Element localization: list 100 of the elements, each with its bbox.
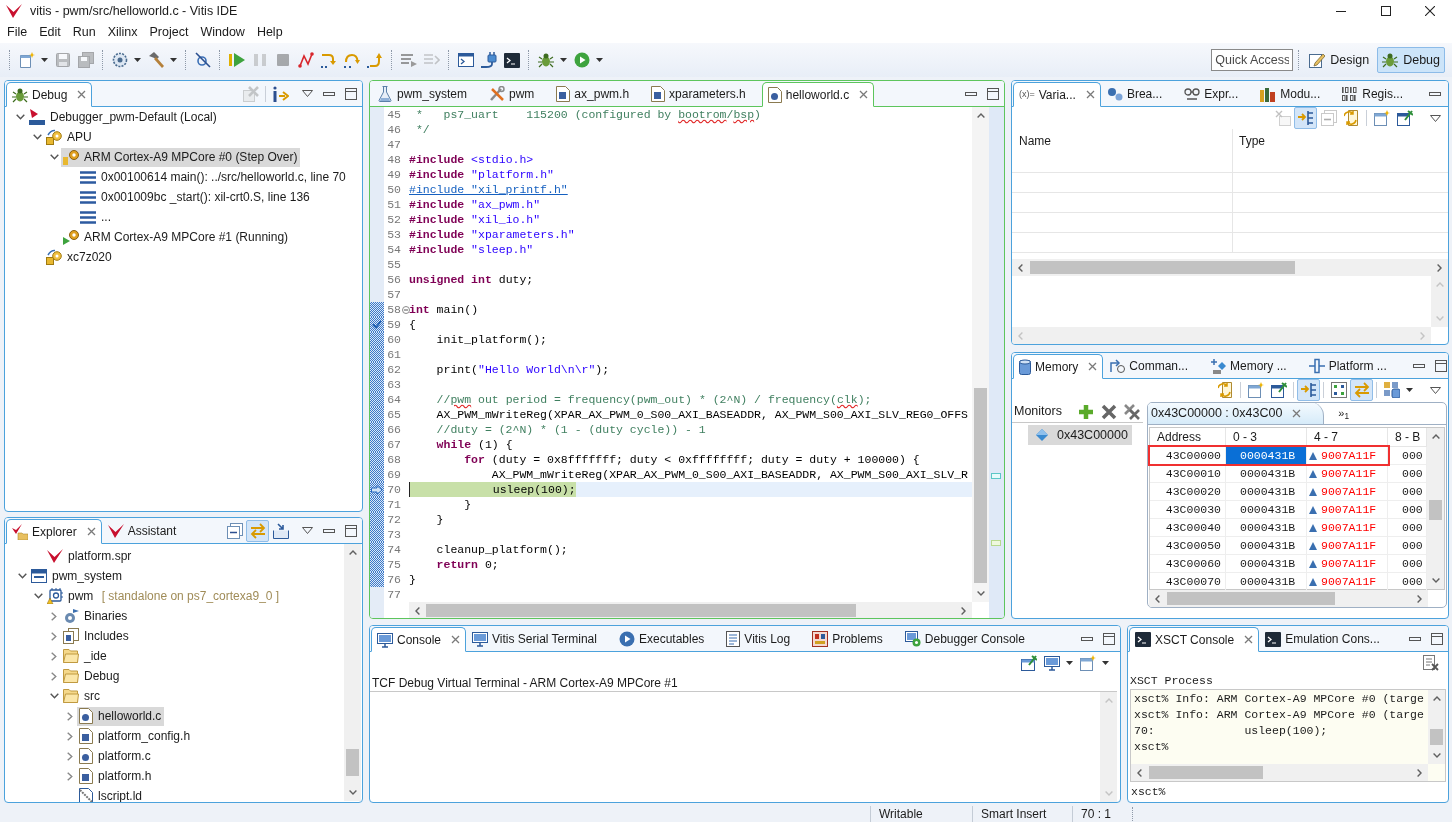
caret-icon[interactable] xyxy=(560,58,567,62)
chevron-right-icon[interactable] xyxy=(67,731,73,741)
scrollbar-thumb[interactable] xyxy=(1429,500,1442,520)
scroll-down-icon[interactable] xyxy=(1432,753,1441,758)
minimize-icon[interactable] xyxy=(323,528,335,533)
column-header[interactable]: Type xyxy=(1233,129,1448,153)
tree-item[interactable]: platform.spr xyxy=(45,546,135,566)
minimize-icon[interactable] xyxy=(1409,636,1421,641)
column-header[interactable]: 0 - 3 xyxy=(1226,428,1307,446)
view-tab[interactable]: Debugger Console xyxy=(898,627,1041,651)
chevron-right-icon[interactable] xyxy=(67,751,73,761)
vertical-scrollbar[interactable] xyxy=(1427,428,1444,589)
chevron-right-icon[interactable] xyxy=(51,651,57,661)
view-tab[interactable]: Executables xyxy=(612,627,721,651)
maximize-icon[interactable] xyxy=(1103,632,1115,645)
tree-item[interactable]: pwm_system xyxy=(29,566,125,586)
scrollbar-thumb[interactable] xyxy=(346,749,359,776)
chevron-down-icon[interactable] xyxy=(33,593,43,599)
view-tab[interactable]: Regis... xyxy=(1336,82,1419,106)
editor-tab[interactable]: ax_pwm.h xyxy=(550,82,646,106)
column-header[interactable]: 4 - 7 xyxy=(1307,428,1388,446)
scroll-down-icon[interactable] xyxy=(1431,578,1440,583)
chevron-down-icon[interactable] xyxy=(17,573,27,579)
chevron-down-icon[interactable] xyxy=(32,134,42,140)
table-cell[interactable]: 0000431B xyxy=(1226,501,1307,518)
layout-tree-button[interactable] xyxy=(1294,107,1317,129)
scrollbar-thumb[interactable] xyxy=(1167,592,1335,605)
table-cell[interactable]: 0000431B xyxy=(1226,519,1307,536)
tree-item[interactable]: Includes xyxy=(61,626,132,646)
list-item[interactable]: 0x43C00000 xyxy=(1028,425,1132,445)
tree-item[interactable]: ARM Cortex-A9 MPCore #0 (Step Over) xyxy=(61,147,301,167)
view-tab[interactable]: Vitis Log xyxy=(720,627,807,651)
menu-item[interactable]: Xilinx xyxy=(101,23,144,42)
tree-item[interactable]: Debug xyxy=(61,666,123,686)
tree-item[interactable]: pwm [ standalone on ps7_cortexa9_0 ] xyxy=(45,586,283,606)
table-cell[interactable]: 0000431B xyxy=(1226,465,1307,482)
layout-tree-button[interactable] xyxy=(1297,379,1320,401)
tree-item[interactable]: ARM Cortex-A9 MPCore #1 (Running) xyxy=(61,227,292,247)
vertical-scrollbar[interactable] xyxy=(972,107,989,602)
tree-item[interactable]: 0x001009bc _start(): xil-crt0.S, line 136 xyxy=(78,187,313,207)
chevron-down-icon[interactable] xyxy=(49,154,59,160)
scroll-up-icon[interactable] xyxy=(1431,434,1440,439)
tree-item[interactable]: _ide xyxy=(61,646,110,666)
menu-item[interactable]: Edit xyxy=(33,23,67,42)
scrollbar-thumb[interactable] xyxy=(426,604,856,617)
scrollbar-thumb[interactable] xyxy=(1149,766,1263,779)
scroll-right-icon[interactable] xyxy=(1417,594,1422,603)
caret-icon[interactable] xyxy=(1406,388,1413,392)
scroll-right-icon[interactable] xyxy=(1437,263,1442,272)
view-tab[interactable]: Modu... xyxy=(1254,82,1337,106)
tree-item[interactable]: platform.h xyxy=(77,766,155,786)
minimize-icon[interactable] xyxy=(1412,363,1425,368)
table-cell[interactable]: 9007A11F xyxy=(1307,519,1388,536)
editor-tab[interactable]: helloworld.c xyxy=(761,82,875,107)
menu-item[interactable]: File xyxy=(1,23,34,42)
caret-icon[interactable] xyxy=(1066,661,1073,665)
close-icon[interactable] xyxy=(1088,362,1098,371)
tree-item[interactable]: Binaries xyxy=(61,606,131,626)
scroll-left-icon[interactable] xyxy=(415,606,420,615)
tree-item[interactable]: src xyxy=(61,686,103,706)
view-tab[interactable]: Comman... xyxy=(1103,354,1205,378)
scroll-right-icon[interactable] xyxy=(1417,768,1422,777)
editor-tab[interactable]: pwm_system xyxy=(371,82,483,106)
maximize-icon[interactable] xyxy=(1431,632,1443,645)
tree-item[interactable]: platform_config.h xyxy=(77,726,194,746)
vertical-scrollbar[interactable] xyxy=(1428,690,1445,764)
caret-icon[interactable] xyxy=(170,58,177,62)
scroll-up-icon[interactable] xyxy=(1432,696,1441,701)
view-menu-icon[interactable] xyxy=(1430,114,1441,122)
scroll-right-icon[interactable] xyxy=(961,606,966,615)
chevron-right-icon[interactable] xyxy=(51,611,57,621)
close-icon[interactable] xyxy=(859,90,869,99)
close-icon[interactable] xyxy=(451,635,461,644)
chevron-right-icon[interactable] xyxy=(67,711,73,721)
view-tab[interactable]: Explorer xyxy=(6,519,102,544)
table-cell[interactable]: 9007A11F xyxy=(1307,501,1388,518)
tree-item[interactable]: lscript.ld xyxy=(77,786,145,802)
view-menu-icon[interactable] xyxy=(302,90,313,97)
close-icon[interactable] xyxy=(86,527,96,536)
close-icon[interactable] xyxy=(1244,635,1254,644)
chevron-right-icon[interactable] xyxy=(67,771,73,781)
view-tab[interactable]: Problems xyxy=(806,627,899,651)
scroll-up-icon[interactable] xyxy=(976,113,985,118)
scrollbar-thumb[interactable] xyxy=(1430,729,1443,745)
tree-item[interactable]: xc7z020 xyxy=(44,247,115,267)
tree-item[interactable]: helloworld.c xyxy=(77,706,165,726)
view-tab[interactable]: Console xyxy=(371,627,467,652)
view-tab[interactable]: Memory xyxy=(1013,354,1104,379)
table-cell[interactable]: 9007A11F xyxy=(1307,483,1388,500)
close-icon[interactable] xyxy=(77,90,87,99)
table-cell[interactable]: 9007A11F xyxy=(1307,537,1388,554)
maximize-icon[interactable] xyxy=(345,524,357,537)
rendering-tab[interactable]: 0x43C00000 : 0x43C00 xyxy=(1148,403,1325,424)
tree-item[interactable]: 0x00100614 main(): ../src/helloworld.c, line 70 xyxy=(78,167,349,187)
chevron-down-icon[interactable] xyxy=(15,114,25,120)
chevron-right-icon[interactable] xyxy=(51,631,57,641)
overflow-indicator[interactable]: »$_{1}$ xyxy=(1338,408,1350,419)
chevron-down-icon[interactable] xyxy=(49,693,59,699)
perspective-button[interactable]: Debug xyxy=(1377,47,1445,73)
close-icon[interactable] xyxy=(1085,90,1095,99)
